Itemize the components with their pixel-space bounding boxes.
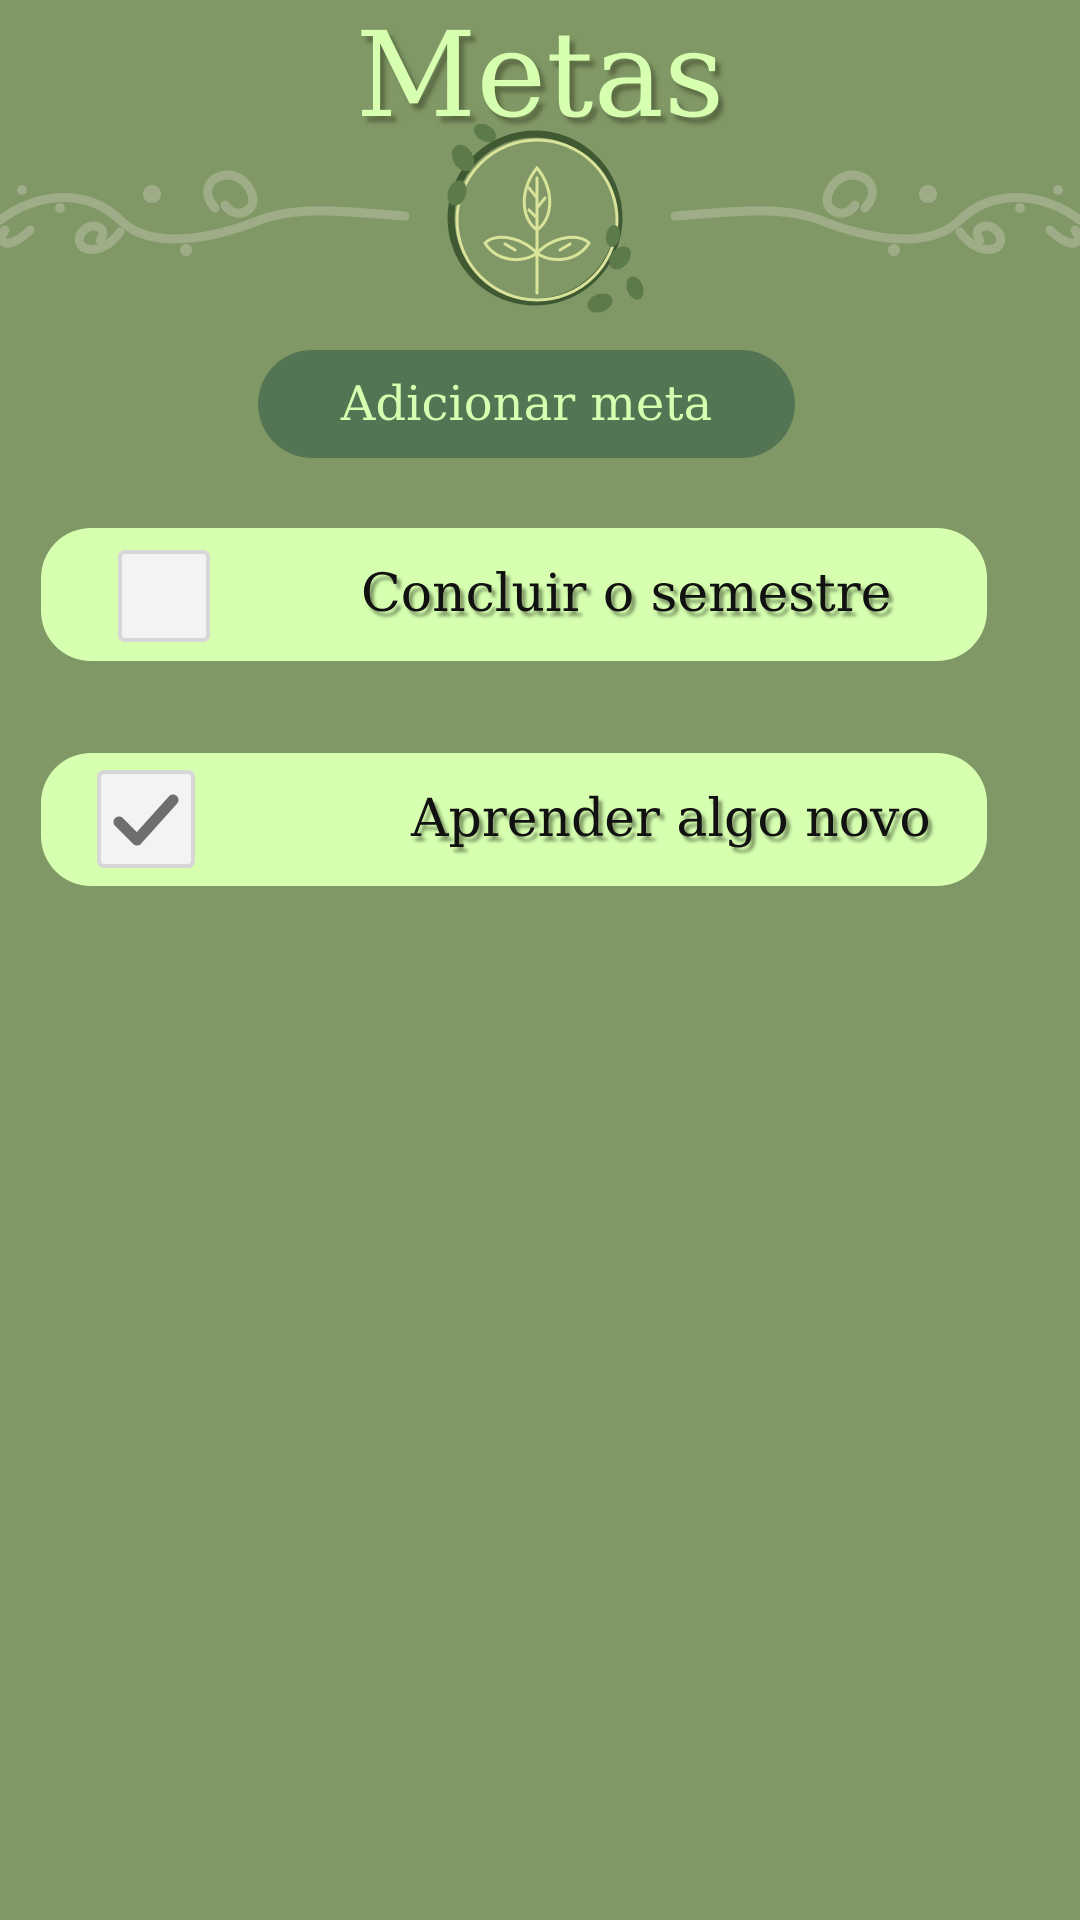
goal-item[interactable]: Concluir o semestre <box>41 528 987 661</box>
goal-checkbox[interactable] <box>97 770 195 868</box>
swirl-ornament-icon <box>670 170 1080 256</box>
swirl-ornament-icon <box>0 170 410 256</box>
goal-item[interactable]: Aprender algo novo <box>41 753 987 886</box>
goal-label: Aprender algo novo <box>411 789 931 849</box>
add-goal-button[interactable]: Adicionar meta <box>258 350 795 458</box>
plant-emblem-icon <box>447 123 644 313</box>
checkmark-icon <box>113 794 179 846</box>
goal-label: Concluir o semestre <box>361 564 892 624</box>
goal-checkbox[interactable] <box>118 550 210 642</box>
